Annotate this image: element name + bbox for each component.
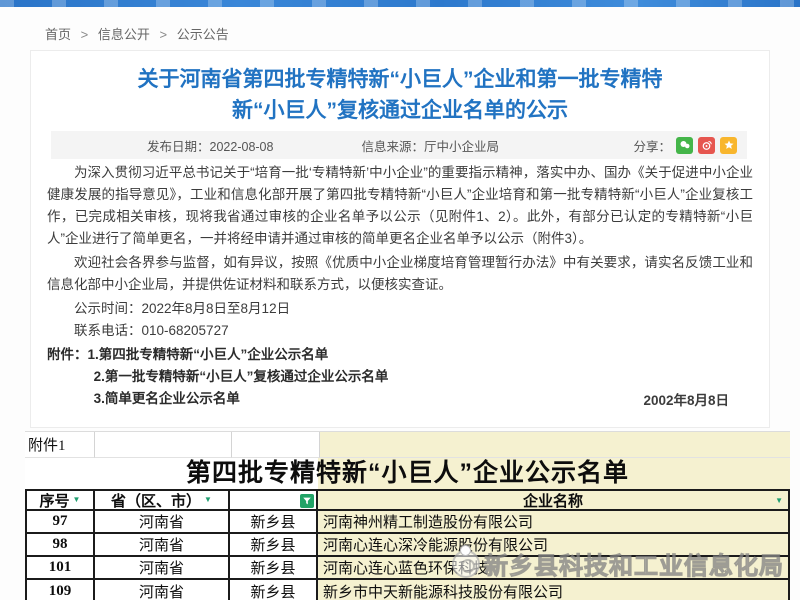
table-row: 97 河南省 新乡县 河南神州精工制造股份有限公司 (27, 511, 788, 534)
share-label: 分享： (633, 136, 671, 155)
info-source: 信息来源：厅中小企业局 (361, 136, 499, 155)
info-source-label: 信息来源： (361, 140, 424, 154)
cell-company: 河南心连心蓝色环保科技 (318, 557, 788, 580)
cell-seq: 101 (27, 557, 95, 580)
sign-date: 2002年8月8日 (643, 389, 729, 409)
article-meta-bar: 发布日期：2022-08-08 信息来源：厅中小企业局 分享： (51, 131, 747, 159)
publish-date: 发布日期：2022-08-08 (147, 136, 273, 155)
table-row: 98 河南省 新乡县 河南心连心深冷能源股份有限公司 (27, 534, 788, 557)
public-time-line: 公示时间：2022年8月8日至8月12日 (47, 298, 753, 320)
spreadsheet-top-rows: 附件1 第四批专精特新“小巨人”企业公示名单 (25, 431, 790, 489)
breadcrumb-separator: > (160, 27, 168, 42)
page-title-line2: 新“小巨人”复核通过企业名单的公示 (89, 95, 711, 126)
page: 首页 > 信息公开 > 公示公告 关于河南省第四批专精特新“小巨人”企业和第一批… (0, 0, 800, 600)
table-header-row: 序号▼ 省（区、市）▼ 企业名称▼ (27, 491, 788, 511)
empty-cell (95, 432, 232, 458)
cell-province: 河南省 (95, 557, 230, 580)
cell-county: 新乡县 (230, 534, 318, 557)
filter-dropdown-icon: ▼ (73, 496, 81, 504)
empty-cell (232, 432, 320, 458)
cell-county: 新乡县 (230, 511, 318, 534)
page-title: 关于河南省第四批专精特新“小巨人”企业和第一批专精特 新“小巨人”复核通过企业名… (31, 64, 769, 126)
cell-company: 河南神州精工制造股份有限公司 (318, 511, 788, 534)
cell-seq: 109 (27, 580, 95, 600)
breadcrumb-announcements[interactable]: 公示公告 (177, 27, 229, 42)
empty-yellow-cell (320, 432, 790, 458)
attachment-item-1[interactable]: 1.第四批专精特新“小巨人”企业公示名单 (88, 347, 329, 362)
publish-date-value: 2022-08-08 (210, 140, 274, 154)
cell-company: 河南心连心深冷能源股份有限公司 (318, 534, 788, 557)
breadcrumb-separator: > (81, 27, 89, 42)
table-title: 第四批专精特新“小巨人”企业公示名单 (25, 458, 790, 489)
table-row: 109 河南省 新乡县 新乡市中天新能源科技股份有限公司 (27, 580, 788, 600)
page-title-line1: 关于河南省第四批专精特新“小巨人”企业和第一批专精特 (89, 64, 711, 95)
breadcrumb-home[interactable]: 首页 (45, 27, 71, 42)
favorite-star-icon[interactable] (720, 137, 737, 154)
info-source-value: 厅中小企业局 (424, 140, 499, 154)
company-table: 序号▼ 省（区、市）▼ 企业名称▼ 97 河南省 新乡县 (25, 489, 790, 600)
header-province-label: 省（区、市） (111, 491, 201, 511)
cell-county: 新乡县 (230, 557, 318, 580)
attachment1-table-image: 附件1 第四批专精特新“小巨人”企业公示名单 序号▼ 省（区、市）▼ (25, 431, 790, 600)
active-filter-funnel-icon (300, 494, 314, 508)
attachment-line-1: 附件：1.第四批专精特新“小巨人”企业公示名单 (47, 344, 753, 366)
paragraph-2: 欢迎社会各界参与监督，如有异议，按照《优质中小企业梯度培育管理暂行办法》中有关要… (47, 252, 753, 296)
header-company-label: 企业名称 (523, 491, 583, 511)
weibo-share-icon[interactable] (698, 137, 715, 154)
breadcrumb-info-disclosure[interactable]: 信息公开 (98, 27, 150, 42)
site-nav-bar-edge (0, 0, 800, 7)
share-group: 分享： (633, 136, 737, 155)
table-row: 101 河南省 新乡县 河南心连心蓝色环保科技 (27, 557, 788, 580)
filter-dropdown-icon: ▼ (204, 496, 212, 504)
cell-province: 河南省 (95, 511, 230, 534)
attachments-label: 附件： (47, 347, 88, 362)
publish-date-label: 发布日期： (147, 140, 210, 154)
attachment-item-2[interactable]: 2.第一批专精特新“小巨人”复核通过企业公示名单 (47, 366, 753, 388)
header-company: 企业名称 ▼ (318, 491, 788, 511)
breadcrumb: 首页 > 信息公开 > 公示公告 (45, 24, 229, 43)
attachment1-label-cell: 附件1 (25, 432, 95, 458)
cell-province: 河南省 (95, 534, 230, 557)
cell-county: 新乡县 (230, 580, 318, 600)
cell-seq: 97 (27, 511, 95, 534)
header-county (230, 491, 318, 511)
article-body: 为深入贯彻习近平总书记关于“培育一批‘专精特新’中小企业”的重要指示精神，落实中… (47, 162, 753, 410)
paragraph-1: 为深入贯彻习近平总书记关于“培育一批‘专精特新’中小企业”的重要指示精神，落实中… (47, 162, 753, 250)
cell-company: 新乡市中天新能源科技股份有限公司 (318, 580, 788, 600)
header-province: 省（区、市）▼ (95, 491, 230, 511)
header-seq: 序号▼ (27, 491, 95, 511)
filter-dropdown-icon: ▼ (775, 497, 783, 505)
article-container: 关于河南省第四批专精特新“小巨人”企业和第一批专精特 新“小巨人”复核通过企业名… (30, 50, 770, 428)
phone-line: 联系电话：010-68205727 (47, 320, 753, 342)
wechat-share-icon[interactable] (676, 137, 693, 154)
header-seq-label: 序号 (40, 491, 70, 511)
cell-seq: 98 (27, 534, 95, 557)
cell-province: 河南省 (95, 580, 230, 600)
